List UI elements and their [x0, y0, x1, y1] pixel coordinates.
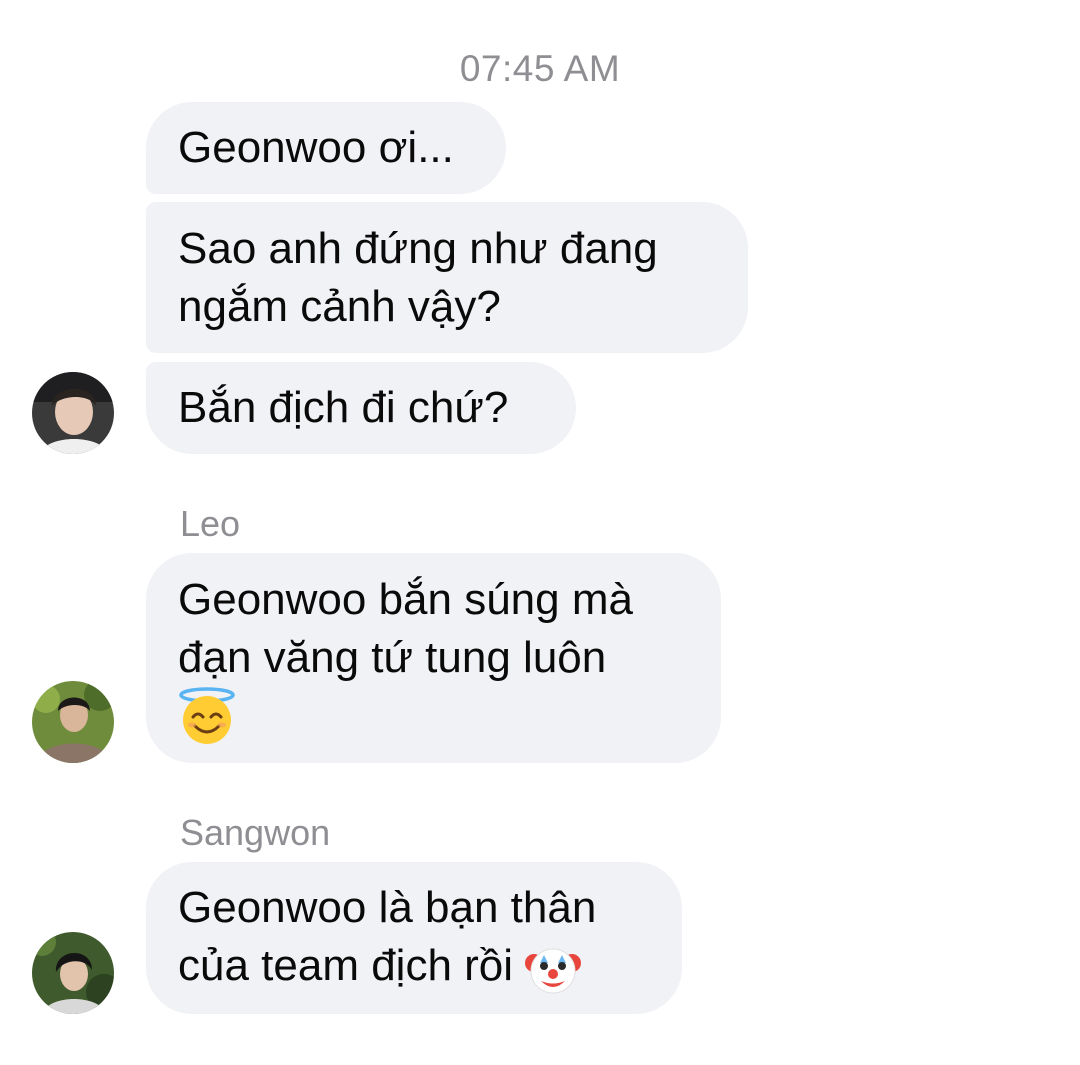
smiling-face-with-halo-emoji [179, 687, 235, 744]
avatar[interactable] [32, 681, 114, 763]
avatar[interactable] [32, 372, 114, 454]
clown-face-emoji [525, 948, 582, 994]
avatar-photo-icon [32, 681, 114, 763]
message-text: Sao anh đứng như đang [178, 223, 658, 273]
avatar-photo-icon [32, 932, 114, 1014]
message-text: Bắn địch đi chứ? [178, 383, 509, 432]
message-bubble[interactable]: Bắn địch đi chứ? [146, 362, 576, 454]
message-text: Geonwoo bắn súng mà [178, 575, 633, 624]
sender-name: Leo [180, 503, 241, 544]
message-text: của team địch rồi [178, 941, 514, 991]
message-emoji-line [178, 687, 689, 745]
message-bubble[interactable]: Sao anh đứng như đang ngắm cảnh vậy? [146, 202, 748, 353]
sender-name: Sangwon [180, 812, 331, 853]
message-text-with-emoji: của team địch rồi [178, 937, 650, 996]
avatar[interactable] [32, 932, 114, 1014]
message-text: đạn văng tứ tung luôn [178, 633, 607, 682]
message-bubble[interactable]: Geonwoo bắn súng mà đạn văng tứ tung luô… [146, 553, 721, 763]
message-timestamp: 07:45 AM [459, 48, 621, 89]
message-bubble[interactable]: Geonwoo là bạn thân của team địch rồi [146, 862, 682, 1014]
message-text: ngắm cảnh vậy? [178, 281, 501, 331]
message-text: Geonwoo ơi... [178, 123, 454, 172]
avatar-photo-icon [32, 372, 114, 454]
message-text: Geonwoo là bạn thân [178, 883, 597, 933]
message-bubble[interactable]: Geonwoo ơi... [146, 102, 506, 194]
